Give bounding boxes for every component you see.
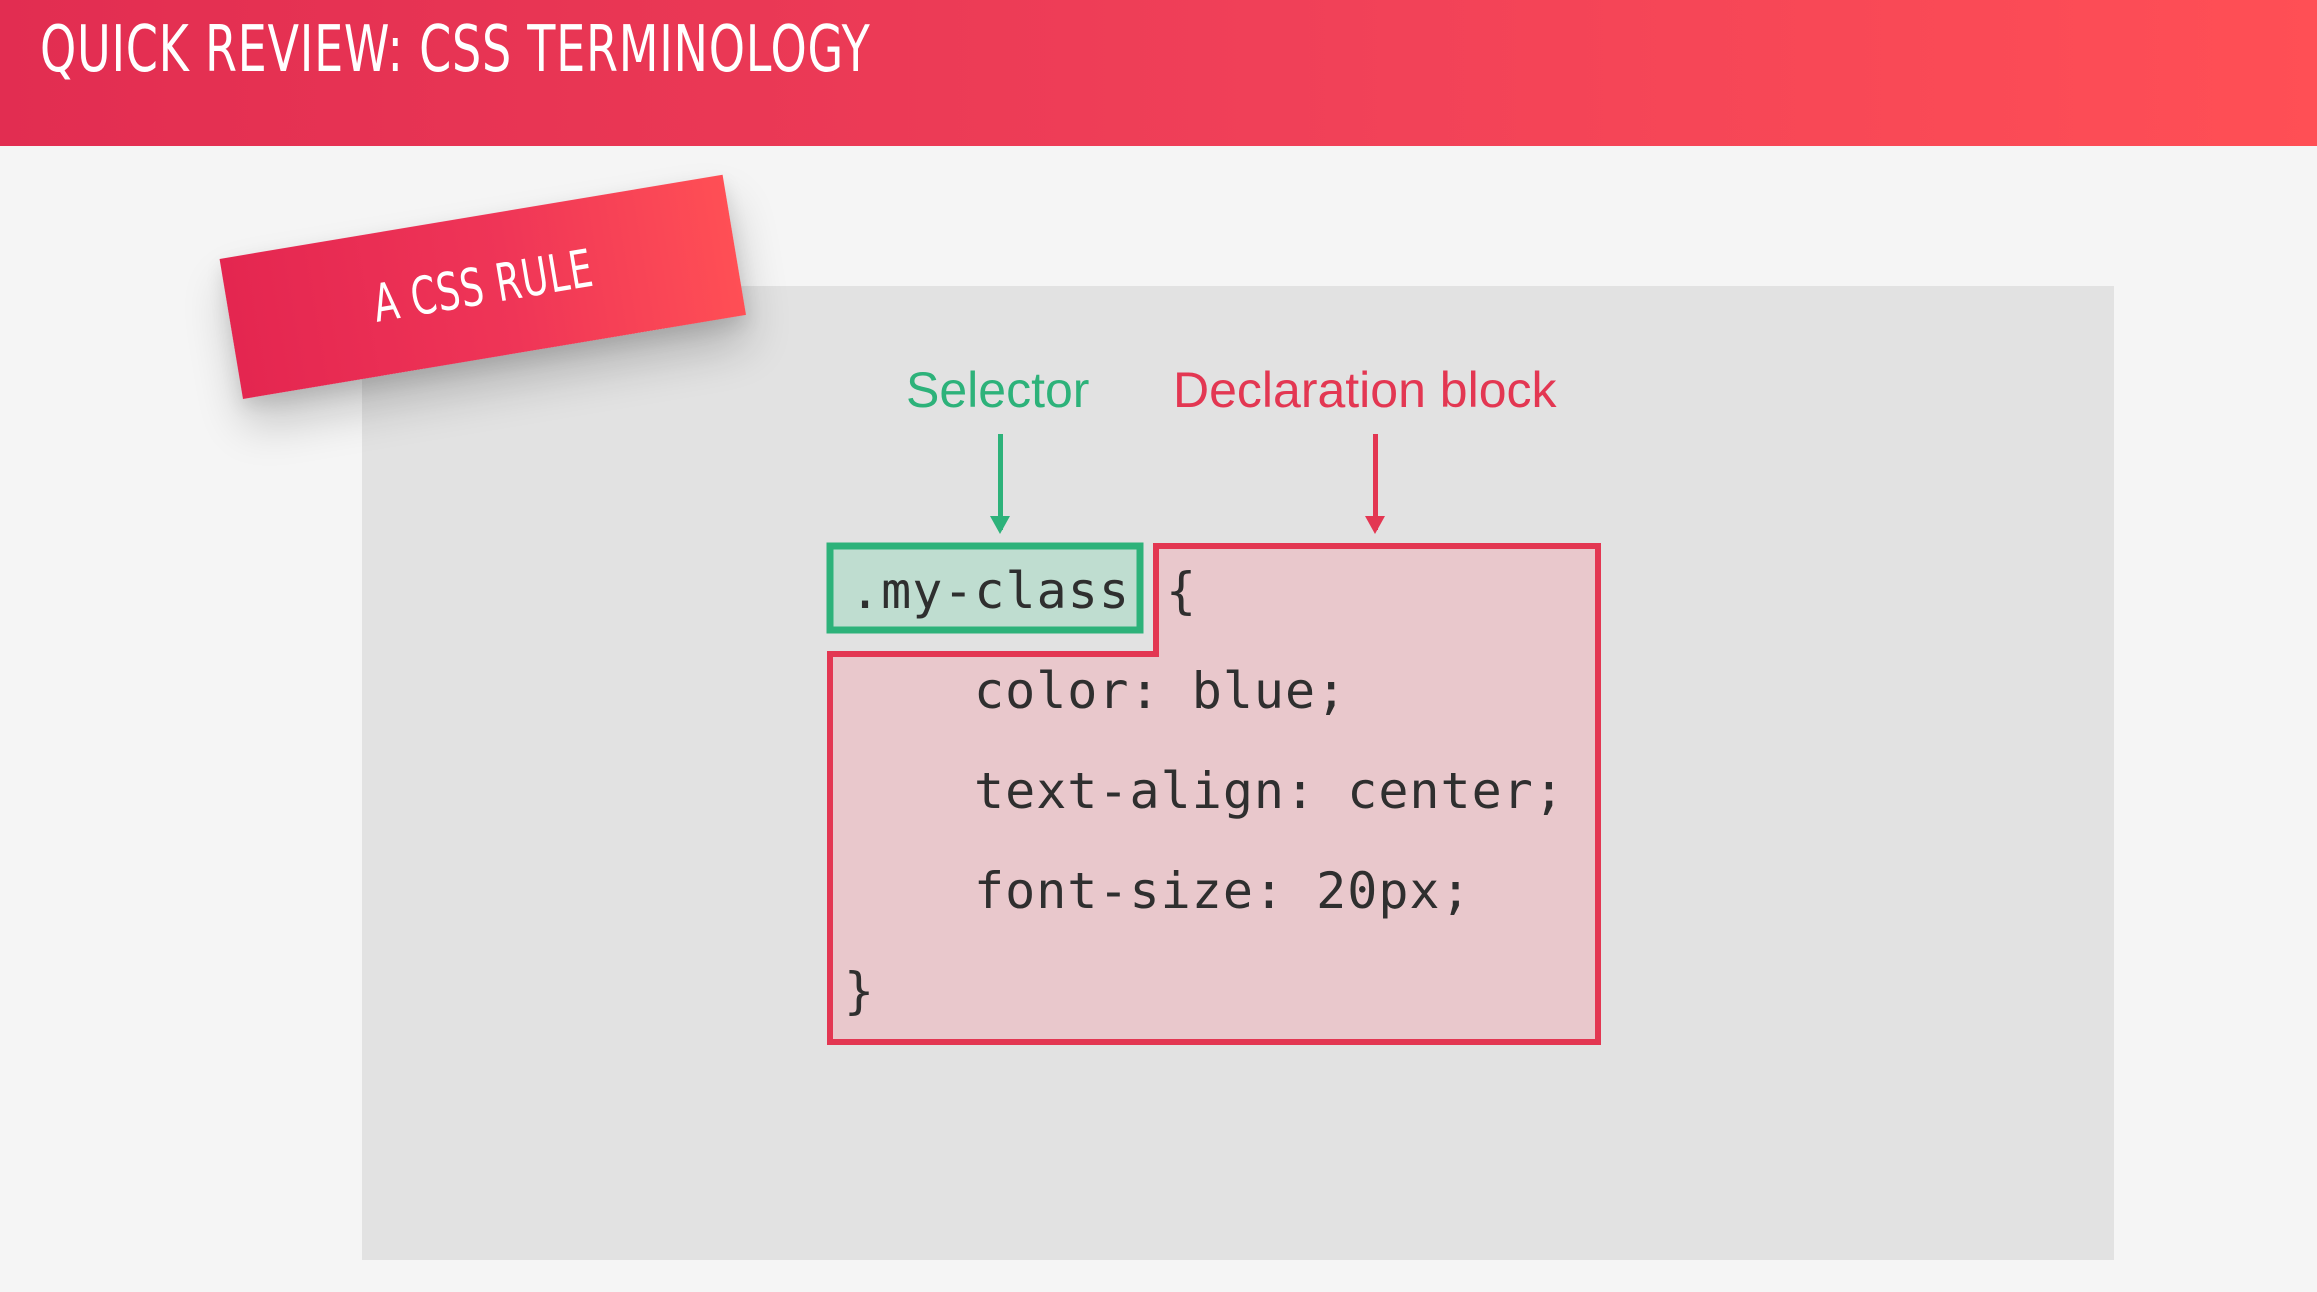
slide-header: QUICK REVIEW: CSS TERMINOLOGY — [0, 0, 2317, 146]
selector-label: Selector — [906, 362, 1090, 418]
css-selector-code: .my-class — [850, 562, 1130, 620]
declaration-color: color: blue; — [974, 662, 1348, 720]
declaration-arrow-icon — [1365, 434, 1385, 534]
declaration-text-align: text-align: center; — [974, 762, 1565, 820]
declaration-block-label: Declaration block — [1173, 362, 1557, 418]
declaration-font-size: font-size: 20px; — [974, 862, 1472, 920]
css-rule-diagram: .my-class { color: blue; text-align: cen… — [826, 542, 1602, 1046]
closing-brace: } — [844, 962, 876, 1020]
opening-brace: { — [1166, 562, 1198, 620]
selector-arrow-icon — [990, 434, 1010, 534]
css-rule-tag-label: A CSS RULE — [368, 238, 598, 335]
slide: QUICK REVIEW: CSS TERMINOLOGY A CSS RULE… — [0, 0, 2317, 1292]
slide-title: QUICK REVIEW: CSS TERMINOLOGY — [40, 13, 871, 87]
